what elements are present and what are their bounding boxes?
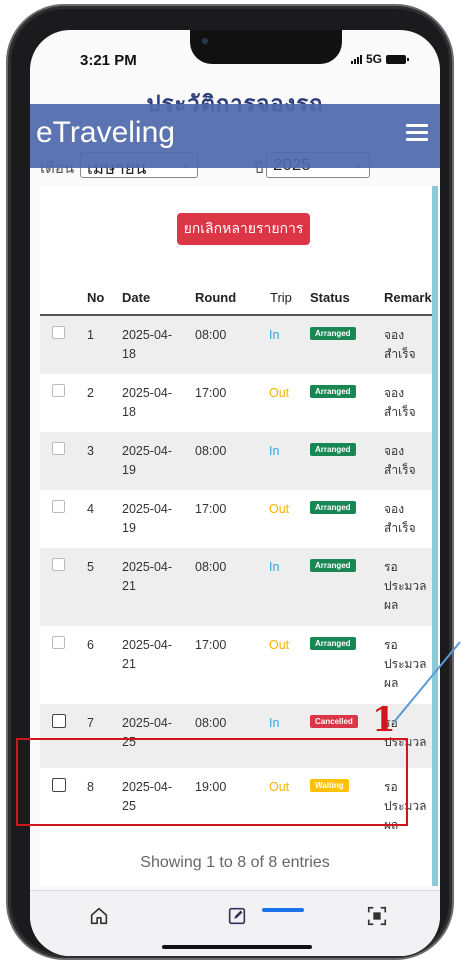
row-date: 2025-04- 19: [122, 444, 173, 477]
network-type: 5G: [365, 52, 382, 66]
row-no: 4: [87, 502, 94, 516]
entries-info: Showing 1 to 8 of 8 entries: [140, 854, 330, 871]
row-trip: In: [269, 444, 280, 458]
camera-icon: [202, 38, 208, 44]
edit-icon[interactable]: [226, 905, 250, 927]
row-trip: Out: [269, 502, 290, 516]
status-badge: Arranged: [310, 327, 356, 340]
row-checkbox[interactable]: [52, 326, 65, 339]
row-no: 3: [87, 444, 94, 458]
table-row[interactable]: 4 2025-04- 19 17:00 Out Arranged จอง สำเร็…: [40, 490, 432, 548]
row-no: 5: [87, 560, 94, 574]
row-round: 17:00: [195, 638, 227, 652]
row-checkbox[interactable]: [52, 558, 65, 571]
row-date: 2025-04- 18: [122, 386, 173, 419]
table-row[interactable]: 2 2025-04- 18 17:00 Out Arranged จอง สำเร็…: [40, 374, 432, 432]
status-badge: Arranged: [310, 637, 356, 650]
row-no: 1: [87, 328, 94, 342]
scroll-indicator[interactable]: [262, 908, 304, 912]
row-checkbox[interactable]: [52, 442, 65, 455]
row-date: 2025-04- 19: [122, 502, 173, 535]
col-status[interactable]: Status: [310, 290, 350, 305]
row-round: 08:00: [195, 716, 227, 730]
row-remark: จอง สำเร็จ: [384, 328, 416, 361]
cancel-multiple-button[interactable]: ยกเลิกหลายรายการ: [177, 213, 310, 245]
row-trip: In: [269, 560, 280, 574]
col-round[interactable]: Round: [195, 290, 236, 305]
row-checkbox[interactable]: [52, 500, 65, 513]
menu-icon[interactable]: [406, 124, 428, 142]
col-trip[interactable]: Trip: [270, 290, 292, 305]
row-trip: Out: [269, 638, 290, 652]
row-checkbox[interactable]: [52, 636, 65, 649]
network-status: 5G: [350, 52, 409, 66]
table-row[interactable]: 6 2025-04- 21 17:00 Out Arranged รอ ประมวล…: [40, 626, 432, 704]
table-row[interactable]: 1 2025-04- 18 08:00 In Arranged จอง สำเร็จ: [40, 316, 432, 374]
home-icon[interactable]: [88, 905, 112, 927]
row-remark: จอง สำเร็จ: [384, 502, 416, 535]
home-indicator: [162, 945, 312, 949]
table-row[interactable]: 5 2025-04- 21 08:00 In Arranged รอ ประมวลผ…: [40, 548, 432, 626]
row-checkbox[interactable]: [52, 384, 65, 397]
row-remark: รอ ประมวล ผล: [384, 560, 427, 612]
row-round: 08:00: [195, 560, 227, 574]
row-date: 2025-04- 21: [122, 560, 173, 593]
col-date[interactable]: Date: [122, 290, 150, 305]
status-badge: Cancelled: [310, 715, 358, 728]
camera-notch: [190, 30, 342, 64]
row-round: 17:00: [195, 386, 227, 400]
signal-icon: [350, 54, 362, 64]
bottom-tab-bar: [30, 890, 440, 956]
table-row[interactable]: 3 2025-04- 19 08:00 In Arranged จอง สำเร็จ: [40, 432, 432, 490]
row-round: 08:00: [195, 328, 227, 342]
brand-logo[interactable]: eTraveling: [36, 116, 175, 150]
row-date: 2025-04- 18: [122, 328, 173, 361]
row-round: 08:00: [195, 444, 227, 458]
row-no: 2: [87, 386, 94, 400]
row-no: 7: [87, 716, 94, 730]
row-remark: จอง สำเร็จ: [384, 444, 416, 477]
status-badge: Arranged: [310, 443, 356, 456]
row-round: 17:00: [195, 502, 227, 516]
row-date: 2025-04- 21: [122, 638, 173, 671]
row-trip: Out: [269, 386, 290, 400]
row-remark: รอ ประมวล ผล: [384, 638, 427, 690]
row-trip: In: [269, 716, 280, 730]
battery-icon: [386, 54, 409, 64]
row-checkbox[interactable]: [52, 714, 66, 728]
table-header: No Date Round Trip Status Remark: [40, 282, 432, 316]
col-no[interactable]: No: [87, 290, 104, 305]
row-trip: In: [269, 328, 280, 342]
app-header: eTraveling: [30, 104, 440, 168]
status-badge: Arranged: [310, 559, 356, 572]
status-badge: Arranged: [310, 501, 356, 514]
row-no: 6: [87, 638, 94, 652]
annotation-number: 1: [372, 700, 396, 740]
row-remark: จอง สำเร็จ: [384, 386, 416, 419]
col-remark[interactable]: Remark: [384, 290, 432, 305]
highlight-box: [16, 738, 408, 826]
status-badge: Arranged: [310, 385, 356, 398]
status-time: 3:21 PM: [80, 52, 137, 69]
qr-scan-icon[interactable]: [366, 905, 390, 927]
